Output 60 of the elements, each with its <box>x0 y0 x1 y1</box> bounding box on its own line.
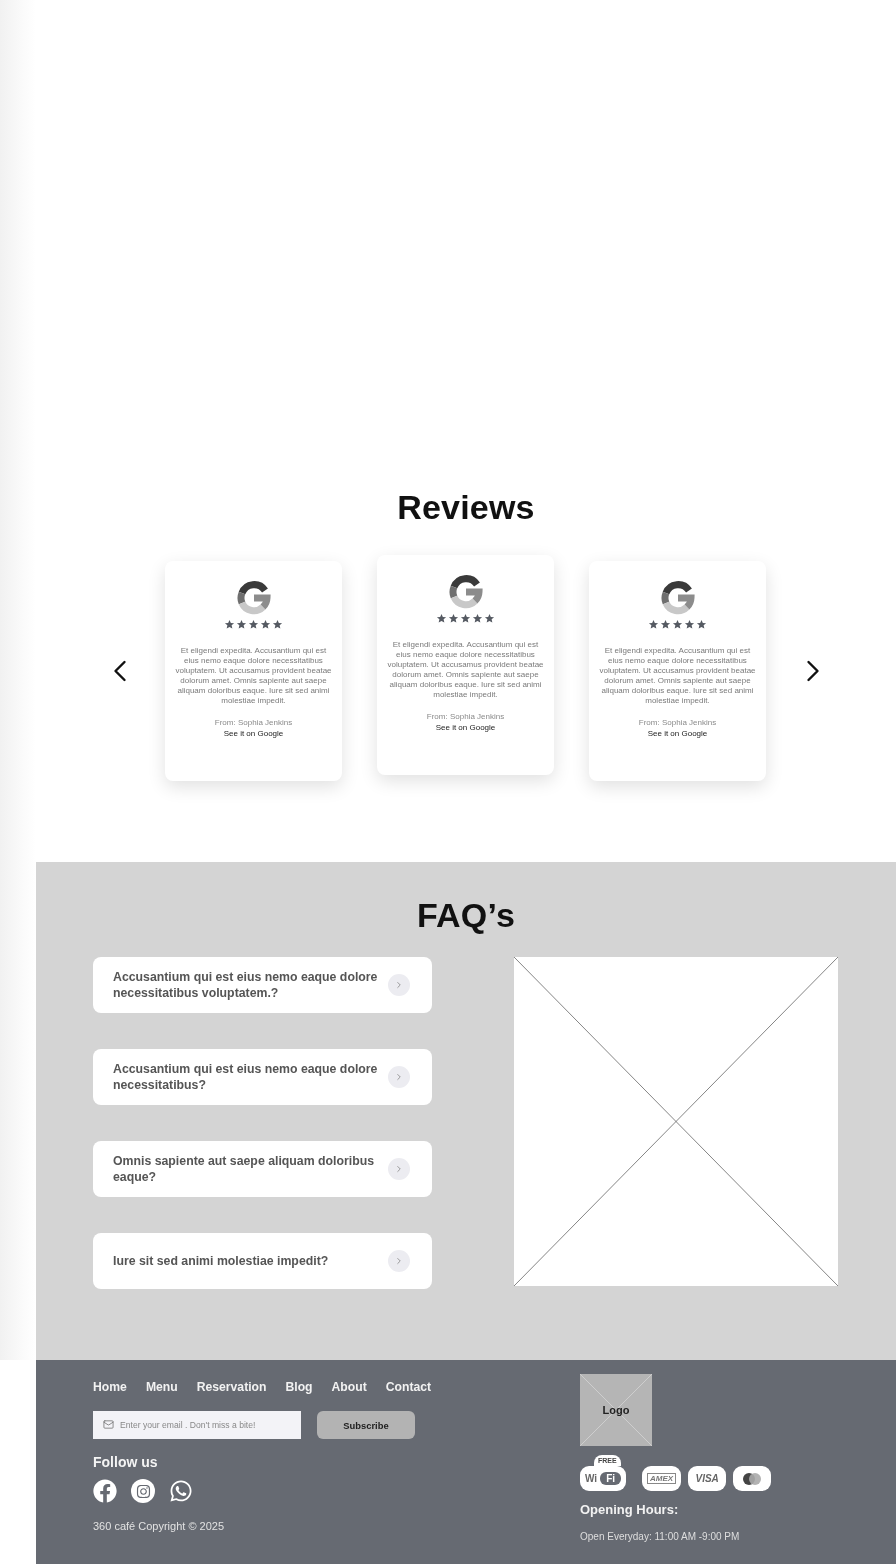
chevron-right-icon <box>394 1072 404 1082</box>
chevron-right-icon <box>394 980 404 990</box>
star-icon <box>660 619 671 630</box>
google-g-icon <box>236 581 271 615</box>
star-icon <box>696 619 707 630</box>
star-icon <box>248 619 259 630</box>
nav-link[interactable]: Blog <box>285 1380 313 1394</box>
faq-item[interactable]: Accusantium qui est eius nemo eaque dolore necessitatibus? <box>93 1049 432 1105</box>
follow-title: Follow us <box>93 1454 159 1470</box>
star-icon <box>672 619 683 630</box>
copyright-text: 360 café Copyright © 2025 <box>93 1520 226 1532</box>
nav-link[interactable]: About <box>331 1380 367 1394</box>
review-author: From: Sophia Jenkins <box>638 718 717 727</box>
review-text: Et eligendi expedita. Accusantium qui est eius nemo eaque dolore necessitatibus voluptatem. Ut accusamus provident beatae dolorum amet. Omnis sapiente aut saepe aliquam doloribus eaque. Iure sit sed animi molestiae impedit. <box>174 646 333 706</box>
google-g-icon <box>660 581 695 615</box>
section-title: FAQ’s <box>417 896 515 935</box>
mail-icon <box>103 1419 114 1430</box>
star-icon <box>448 613 459 624</box>
review-text: Et eligendi expedita. Accusantium qui est eius nemo eaque dolore necessitatibus voluptatem. Ut accusamus provident beatae dolorum amet. Omnis sapiente aut saepe aliquam doloribus eaque. Iure sit sed animi molestiae impedit. <box>598 646 757 706</box>
card-circles-icon <box>733 1466 772 1491</box>
google-g-icon <box>448 575 483 609</box>
google-link[interactable]: See it on Google <box>435 723 496 732</box>
facebook-icon[interactable] <box>93 1479 117 1503</box>
payment-badge: AMEX <box>642 1466 682 1491</box>
chevron-right-icon <box>394 1256 404 1266</box>
faq-item[interactable]: Iure sit sed animi molestiae impedit? <box>93 1233 432 1289</box>
section-title: Reviews <box>397 488 535 527</box>
star-icon <box>460 613 471 624</box>
badge-text: Wi <box>585 1473 598 1484</box>
star-icon <box>484 613 495 624</box>
payment-badge: VISA <box>688 1466 727 1491</box>
review-text: Et eligendi expedita. Accusantium qui est eius nemo eaque dolore necessitatibus voluptatem. Ut accusamus provident beatae dolorum amet. Omnis sapiente aut saepe aliquam doloribus eaque. Iure sit sed animi molestiae impedit. <box>386 640 545 700</box>
whatsapp-icon[interactable] <box>169 1479 193 1503</box>
nav-link[interactable]: Contact <box>385 1380 432 1394</box>
review-author: From: Sophia Jenkins <box>214 718 293 727</box>
hours-title: Opening Hours: <box>580 1502 680 1517</box>
star-icon <box>648 619 659 630</box>
subscribe-button[interactable]: Subscribe <box>317 1411 415 1439</box>
faq-item[interactable]: Accusantium qui est eius nemo eaque dolore necessitatibus voluptatem.? <box>93 957 432 1013</box>
instagram-icon[interactable] <box>131 1479 155 1503</box>
star-icon <box>684 619 695 630</box>
logo-placeholder <box>580 1374 652 1446</box>
nav-link[interactable]: Reservation <box>196 1380 267 1394</box>
google-link[interactable]: See it on Google <box>647 729 708 738</box>
review-author: From: Sophia Jenkins <box>426 712 505 721</box>
star-icon <box>436 613 447 624</box>
email-field[interactable]: Enter your email . Don't miss a bite! <box>93 1411 301 1439</box>
chevron-right-icon <box>394 1164 404 1174</box>
star-icon <box>272 619 283 630</box>
star-icon <box>236 619 247 630</box>
star-icon <box>224 619 235 630</box>
star-icon <box>260 619 271 630</box>
star-icon <box>472 613 483 624</box>
logo-text: Logo <box>602 1404 630 1416</box>
google-link[interactable]: See it on Google <box>223 729 284 738</box>
nav-link[interactable]: Home <box>93 1380 127 1394</box>
hours-text: Open Everyday: 11:00 AM -9:00 PM <box>580 1531 741 1542</box>
faq-item[interactable]: Omnis sapiente aut saepe aliquam doloribus eaque? <box>93 1141 432 1197</box>
badge-text: Fi <box>600 1472 622 1485</box>
nav-link[interactable]: Menu <box>145 1380 178 1394</box>
